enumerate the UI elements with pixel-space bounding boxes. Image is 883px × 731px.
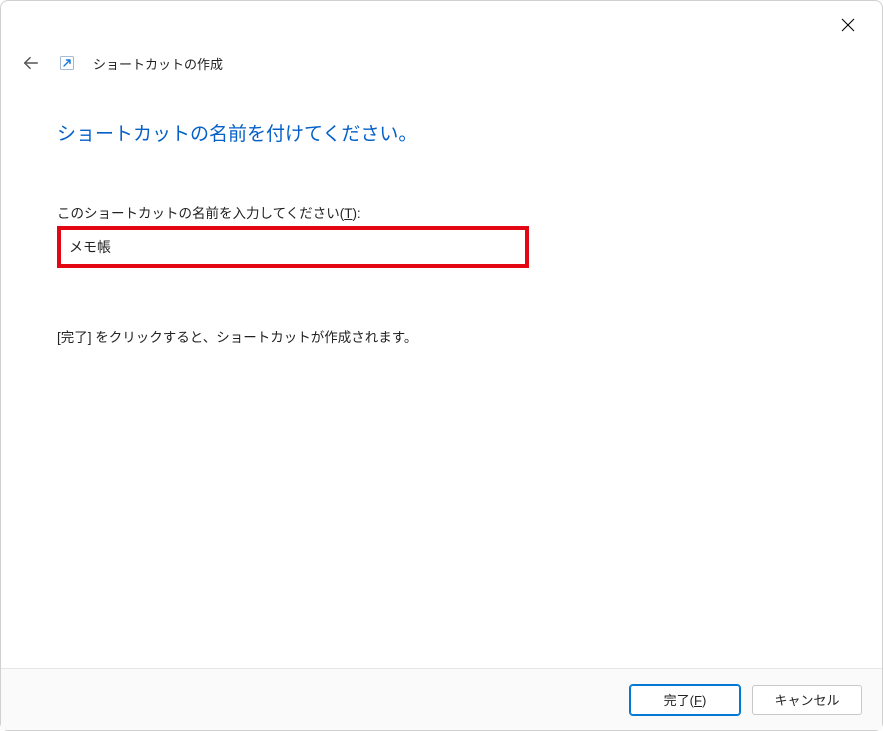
instruction-text: [完了] をクリックすると、ショートカットが作成されます。 [57, 326, 826, 346]
back-button[interactable] [21, 53, 41, 73]
finish-button[interactable]: 完了(F) [630, 685, 740, 715]
dialog-title: ショートカットの作成 [93, 54, 223, 73]
close-button[interactable] [828, 9, 868, 41]
cancel-button[interactable]: キャンセル [752, 685, 862, 715]
titlebar [1, 1, 882, 41]
back-arrow-icon [22, 54, 40, 72]
footer: 完了(F) キャンセル [1, 668, 882, 730]
close-icon [841, 18, 855, 32]
shortcut-icon [59, 55, 75, 71]
name-input-highlight [57, 226, 529, 268]
content-area: ショートカットの名前を付けてください。 このショートカットの名前を入力してくださ… [1, 79, 882, 346]
input-label: このショートカットの名前を入力してください(T): [57, 202, 826, 222]
header-row: ショートカットの作成 [1, 41, 882, 79]
page-heading: ショートカットの名前を付けてください。 [57, 119, 826, 146]
shortcut-name-input[interactable] [65, 233, 521, 261]
